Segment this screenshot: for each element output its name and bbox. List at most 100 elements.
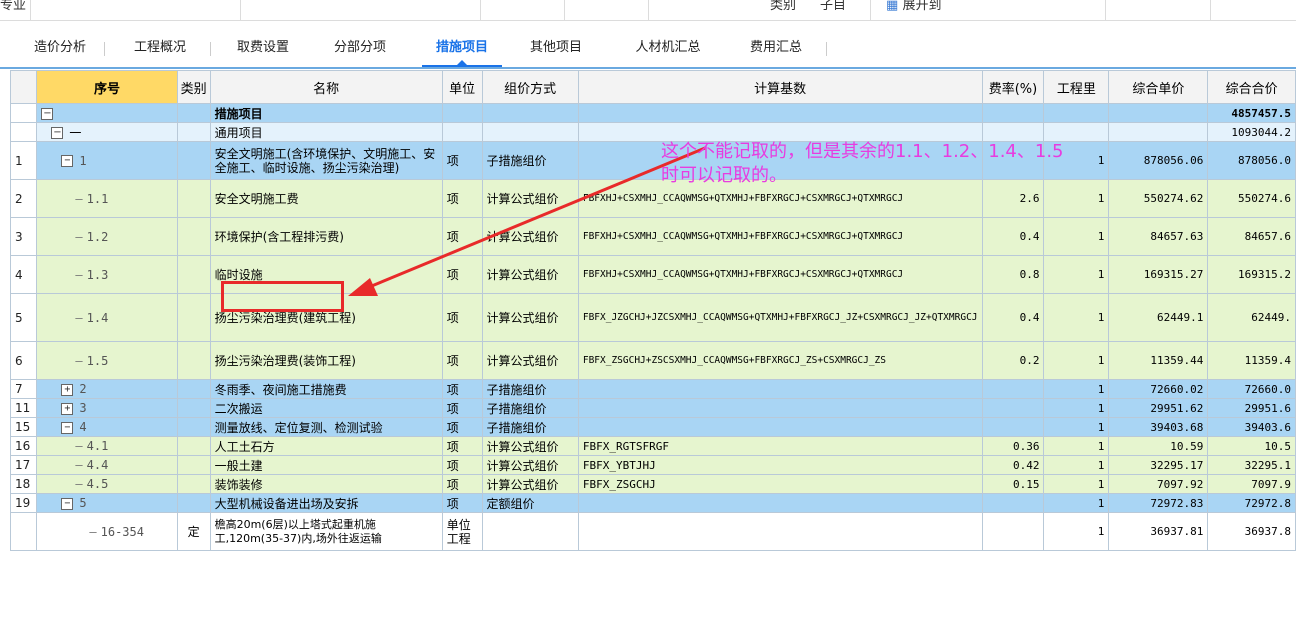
tab-cost-summary[interactable]: 费用汇总 — [734, 28, 818, 68]
header-rate[interactable]: 费率(%) — [981, 70, 1045, 104]
cell-method[interactable]: 计算公式组价 — [481, 341, 579, 380]
cell-quantity[interactable]: 1 — [1043, 493, 1110, 513]
table-row[interactable]: 6 —1.5 扬尘污染治理费(装饰工程) 项 计算公式组价 FBFX_ZSGCH… — [9, 341, 1296, 380]
cell-name[interactable]: 人工土石方 — [209, 436, 443, 456]
cell-total-price[interactable]: 72660.0 — [1207, 379, 1296, 399]
cell-method[interactable]: 计算公式组价 — [481, 179, 579, 218]
cell-seq[interactable]: +2 — [36, 379, 178, 399]
cell-method[interactable]: 计算公式组价 — [481, 455, 579, 475]
cell-base[interactable] — [577, 493, 983, 513]
cell-total-price[interactable]: 169315.2 — [1207, 255, 1296, 294]
header-method[interactable]: 组价方式 — [481, 70, 579, 104]
cell-rate[interactable] — [981, 493, 1045, 513]
cell-seq[interactable]: —1.1 — [36, 179, 178, 218]
cell-base[interactable]: FBFX_ZSGCHJ — [577, 474, 983, 494]
cell-unit-price[interactable]: 62449.1 — [1108, 293, 1209, 342]
table-row[interactable]: —16-354 定 檐高20m(6层)以上塔式起重机施工,120m(35-37)… — [9, 512, 1296, 551]
collapse-toggle-icon[interactable]: − — [51, 127, 64, 139]
header-total-price[interactable]: 综合合价 — [1207, 70, 1296, 104]
collapse-toggle-icon[interactable]: − — [61, 155, 74, 167]
cell-method[interactable]: 子措施组价 — [481, 398, 579, 418]
cell-base[interactable] — [577, 398, 983, 418]
cell-seq[interactable]: −5 — [36, 493, 178, 513]
cell-unit[interactable]: 项 — [441, 379, 483, 399]
cell-name[interactable]: 装饰装修 — [209, 474, 443, 494]
cell-seq[interactable]: —1.2 — [36, 217, 178, 256]
collapse-toggle-icon[interactable]: − — [61, 421, 74, 434]
cell-name[interactable]: 测量放线、定位复测、检测试验 — [209, 417, 443, 437]
cell-seq[interactable]: —4.5 — [36, 474, 178, 494]
cell-unit[interactable]: 项 — [441, 398, 483, 418]
cell-unit[interactable]: 项 — [441, 455, 483, 475]
cell-quantity[interactable]: 1 — [1043, 293, 1110, 342]
cell-base[interactable]: FBFX_RGTSFRGF — [577, 436, 983, 456]
header-unit-price[interactable]: 综合单价 — [1108, 70, 1209, 104]
cell-category[interactable] — [176, 122, 211, 142]
cell-total-price[interactable]: 1093044.2 — [1207, 122, 1296, 142]
cell-unit-price[interactable]: 36937.81 — [1108, 512, 1209, 551]
cell-unit[interactable]: 项 — [441, 141, 483, 180]
cell-total-price[interactable]: 4857457.5 — [1207, 103, 1296, 123]
cell-category[interactable] — [176, 103, 211, 123]
header-quantity[interactable]: 工程里 — [1043, 70, 1110, 104]
cell-method[interactable]: 子措施组价 — [481, 379, 579, 399]
cell-unit-price[interactable]: 72972.83 — [1108, 493, 1209, 513]
table-row[interactable]: 16 —4.1 人工土石方 项 计算公式组价 FBFX_RGTSFRGF 0.3… — [9, 436, 1296, 456]
cell-seq[interactable]: —1.3 — [36, 255, 178, 294]
cell-unit-price[interactable]: 39403.68 — [1108, 417, 1209, 437]
cell-total-price[interactable]: 84657.6 — [1207, 217, 1296, 256]
cell-seq[interactable]: −4 — [36, 417, 178, 437]
cell-rate[interactable]: 0.15 — [981, 474, 1045, 494]
collapse-toggle-icon[interactable]: − — [61, 497, 74, 510]
cell-unit-price[interactable]: 11359.44 — [1108, 341, 1209, 380]
cell-total-price[interactable]: 62449. — [1207, 293, 1296, 342]
table-row[interactable]: 15 −4 测量放线、定位复测、检测试验 项 子措施组价 1 39403.68 … — [9, 417, 1296, 437]
cell-rate[interactable]: 0.4 — [981, 217, 1045, 256]
cell-category[interactable] — [176, 141, 211, 180]
cell-rate[interactable] — [981, 512, 1045, 551]
cell-method[interactable] — [481, 122, 579, 142]
expand-toggle-icon[interactable]: + — [61, 402, 74, 415]
cell-unit[interactable] — [441, 103, 483, 123]
table-row[interactable]: 1 −1 安全文明施工(含环境保护、文明施工、安全施工、临时设施、扬尘污染治理)… — [9, 141, 1296, 180]
cell-name[interactable]: 扬尘污染治理费(装饰工程) — [209, 341, 443, 380]
cell-quantity[interactable]: 1 — [1043, 512, 1110, 551]
cell-quantity[interactable]: 1 — [1043, 455, 1110, 475]
cell-base[interactable]: FBFX_ZSGCHJ+ZSCSXMHJ_CCAQWMSG+FBFXRGCJ_Z… — [577, 341, 983, 380]
table-row-root[interactable]: − 措施项目 4857457.5 — [9, 103, 1296, 123]
toolbar-expand-button[interactable]: ▦ 展开到 — [886, 0, 941, 13]
cell-seq[interactable]: —1.4 — [36, 293, 178, 342]
cell-total-price[interactable]: 11359.4 — [1207, 341, 1296, 380]
table-row[interactable]: 19 −5 大型机械设备进出场及安拆 项 定额组价 1 72972.83 729… — [9, 493, 1296, 513]
table-row[interactable]: 7 +2 冬雨季、夜间施工措施费 项 子措施组价 1 72660.02 7266… — [9, 379, 1296, 399]
cell-method[interactable] — [481, 512, 579, 551]
header-base[interactable]: 计算基数 — [577, 70, 983, 104]
cell-method[interactable]: 子措施组价 — [481, 417, 579, 437]
cell-unit[interactable]: 项 — [441, 493, 483, 513]
cell-base[interactable] — [577, 512, 983, 551]
tab-project-overview[interactable]: 工程概况 — [122, 28, 198, 68]
cell-unit[interactable]: 项 — [441, 179, 483, 218]
tab-subitems[interactable]: 分部分项 — [316, 28, 404, 68]
cell-total-price[interactable]: 36937.8 — [1207, 512, 1296, 551]
header-name[interactable]: 名称 — [209, 70, 443, 104]
expand-toggle-icon[interactable]: + — [61, 383, 74, 396]
cell-unit-price[interactable]: 550274.62 — [1108, 179, 1209, 218]
cell-name[interactable]: 一般土建 — [209, 455, 443, 475]
cell-quantity[interactable]: 1 — [1043, 341, 1110, 380]
tab-other-items[interactable]: 其他项目 — [516, 28, 596, 68]
cell-unit-price[interactable]: 72660.02 — [1108, 379, 1209, 399]
cell-total-price[interactable]: 39403.6 — [1207, 417, 1296, 437]
table-row[interactable]: 11 +3 二次搬运 项 子措施组价 1 29951.62 29951.6 — [9, 398, 1296, 418]
cell-total-price[interactable]: 32295.1 — [1207, 455, 1296, 475]
cell-unit-price[interactable] — [1108, 103, 1209, 123]
cell-rate[interactable] — [981, 122, 1045, 142]
cell-rate[interactable] — [981, 417, 1045, 437]
cell-total-price[interactable]: 550274.6 — [1207, 179, 1296, 218]
cell-name[interactable]: 安全文明施工费 — [209, 179, 443, 218]
cell-unit-price[interactable]: 878056.06 — [1108, 141, 1209, 180]
cell-total-price[interactable]: 7097.9 — [1207, 474, 1296, 494]
tab-cost-analysis[interactable]: 造价分析 — [22, 28, 98, 68]
cell-name[interactable]: 大型机械设备进出场及安拆 — [209, 493, 443, 513]
cell-unit[interactable] — [441, 122, 483, 142]
